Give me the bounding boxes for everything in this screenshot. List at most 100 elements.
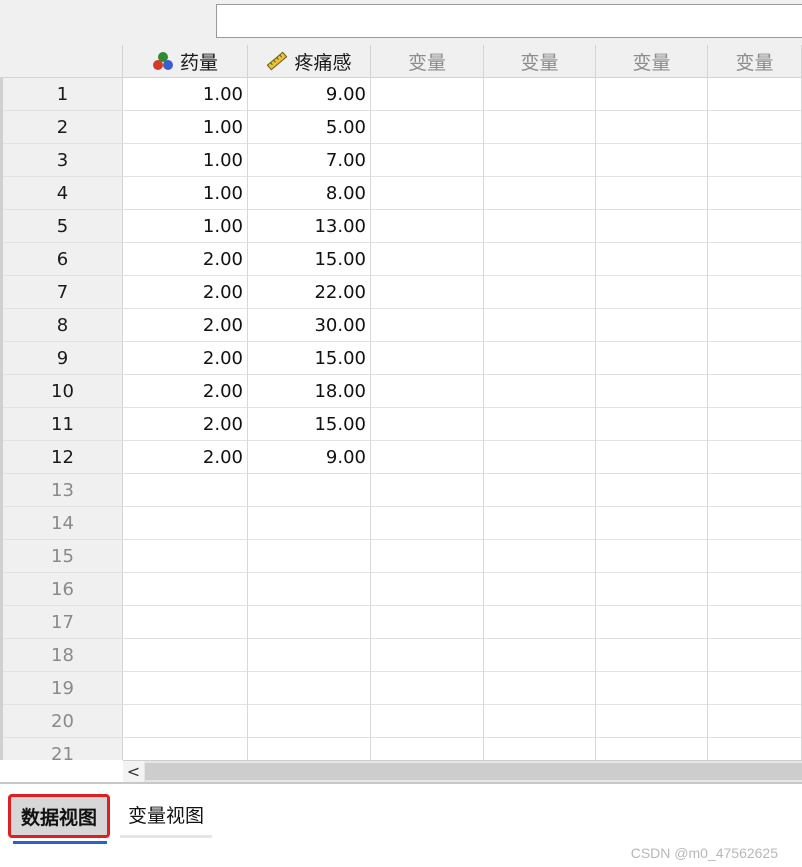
table-cell[interactable] [484,474,596,507]
row-number[interactable]: 12 [3,441,123,474]
row-number[interactable]: 1 [3,78,123,111]
table-cell[interactable]: 2.00 [123,408,248,441]
row-number[interactable]: 7 [3,276,123,309]
table-cell[interactable] [371,738,484,760]
grid-corner[interactable] [0,45,123,78]
column-header-5[interactable]: 变量 [596,45,708,78]
table-cell[interactable] [596,705,708,738]
table-cell[interactable] [248,474,371,507]
table-cell[interactable]: 22.00 [248,276,371,309]
horizontal-scrollbar[interactable]: < [123,760,802,782]
table-cell[interactable] [708,408,802,441]
table-cell[interactable]: 9.00 [248,441,371,474]
row-number[interactable]: 9 [3,342,123,375]
row-number[interactable]: 6 [3,243,123,276]
table-cell[interactable]: 8.00 [248,177,371,210]
table-cell[interactable]: 2.00 [123,276,248,309]
table-cell[interactable]: 15.00 [248,408,371,441]
column-header-4[interactable]: 变量 [484,45,596,78]
table-cell[interactable] [708,309,802,342]
tab-data-view[interactable]: 数据视图 [8,794,110,838]
table-cell[interactable] [371,243,484,276]
table-cell[interactable]: 1.00 [123,144,248,177]
table-cell[interactable] [371,639,484,672]
table-cell[interactable] [708,177,802,210]
table-cell[interactable] [371,111,484,144]
table-cell[interactable] [596,540,708,573]
table-cell[interactable] [596,474,708,507]
row-number[interactable]: 13 [3,474,123,507]
table-cell[interactable] [708,243,802,276]
table-cell[interactable] [248,573,371,606]
table-cell[interactable] [484,606,596,639]
table-cell[interactable] [371,573,484,606]
row-number[interactable]: 8 [3,309,123,342]
table-cell[interactable] [708,507,802,540]
table-cell[interactable] [596,375,708,408]
table-cell[interactable] [371,606,484,639]
table-cell[interactable]: 1.00 [123,210,248,243]
table-cell[interactable] [248,606,371,639]
table-cell[interactable] [596,144,708,177]
scrollbar-thumb[interactable] [145,763,802,780]
table-cell[interactable]: 15.00 [248,342,371,375]
table-cell[interactable]: 2.00 [123,309,248,342]
table-cell[interactable] [484,738,596,760]
table-cell[interactable] [708,441,802,474]
table-cell[interactable] [484,705,596,738]
table-cell[interactable] [248,705,371,738]
table-cell[interactable] [484,441,596,474]
table-cell[interactable] [708,78,802,111]
table-cell[interactable] [371,705,484,738]
table-cell[interactable] [708,375,802,408]
table-cell[interactable] [708,111,802,144]
table-cell[interactable] [371,144,484,177]
table-cell[interactable] [123,474,248,507]
table-cell[interactable]: 9.00 [248,78,371,111]
table-cell[interactable] [708,573,802,606]
row-number[interactable]: 10 [3,375,123,408]
column-header-6[interactable]: 变量 [708,45,802,78]
table-cell[interactable] [708,144,802,177]
table-cell[interactable] [708,342,802,375]
table-cell[interactable] [123,738,248,760]
row-number[interactable]: 20 [3,705,123,738]
table-cell[interactable] [484,342,596,375]
table-cell[interactable] [371,210,484,243]
table-cell[interactable]: 1.00 [123,177,248,210]
row-number[interactable]: 16 [3,573,123,606]
table-cell[interactable] [484,78,596,111]
table-cell[interactable] [371,672,484,705]
table-cell[interactable] [248,672,371,705]
table-cell[interactable] [371,375,484,408]
table-cell[interactable] [596,738,708,760]
table-cell[interactable] [484,639,596,672]
table-cell[interactable] [484,177,596,210]
table-cell[interactable] [596,111,708,144]
table-cell[interactable] [248,738,371,760]
table-cell[interactable] [708,606,802,639]
table-cell[interactable]: 2.00 [123,243,248,276]
table-cell[interactable] [484,375,596,408]
table-cell[interactable] [596,276,708,309]
column-header-2[interactable]: 疼痛感 [248,45,371,78]
table-cell[interactable] [123,672,248,705]
table-cell[interactable] [708,738,802,760]
table-cell[interactable]: 2.00 [123,342,248,375]
cell-value-input[interactable] [216,4,802,38]
table-cell[interactable] [708,705,802,738]
row-number[interactable]: 3 [3,144,123,177]
row-number[interactable]: 18 [3,639,123,672]
table-cell[interactable] [371,540,484,573]
table-cell[interactable] [708,276,802,309]
column-header-3[interactable]: 变量 [371,45,484,78]
table-cell[interactable] [596,210,708,243]
table-cell[interactable] [123,606,248,639]
table-cell[interactable] [484,243,596,276]
table-cell[interactable] [123,573,248,606]
table-cell[interactable]: 2.00 [123,441,248,474]
table-cell[interactable] [484,408,596,441]
table-cell[interactable] [248,507,371,540]
table-cell[interactable]: 2.00 [123,375,248,408]
table-cell[interactable] [371,474,484,507]
